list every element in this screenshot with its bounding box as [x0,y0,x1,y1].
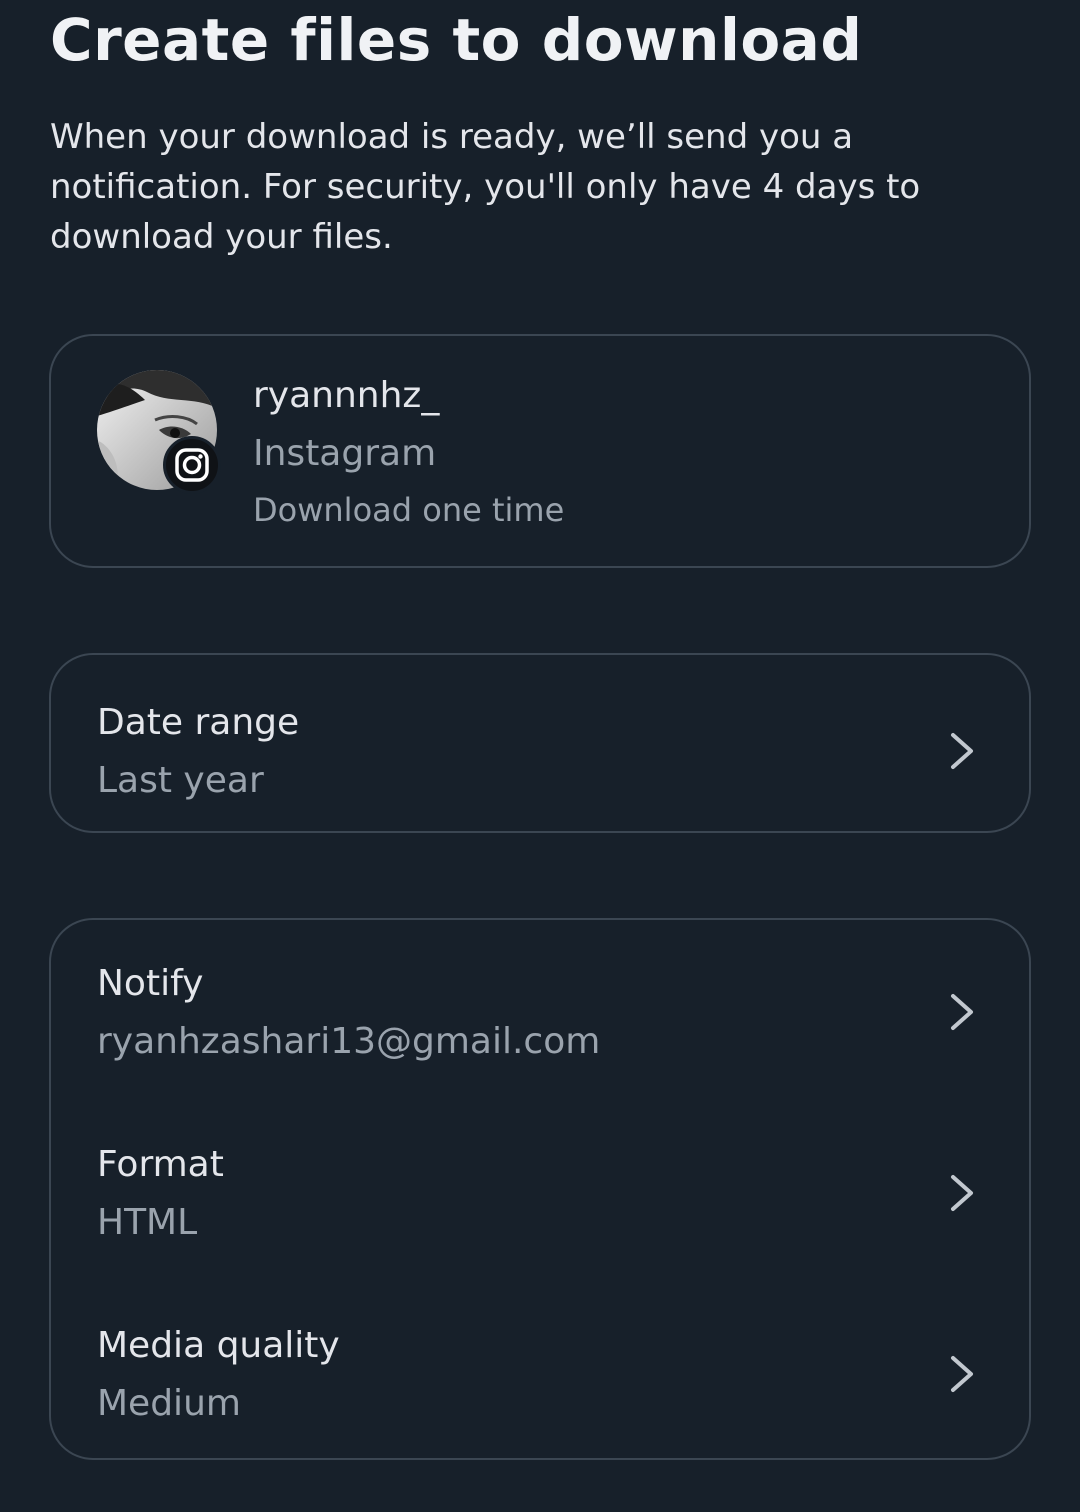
format-label: Format [97,1144,224,1185]
settings-card: Notify ryanhzashari13@gmail.com Format H… [49,918,1031,1460]
chevron-right-icon [951,1175,973,1211]
media-quality-value: Medium [97,1383,241,1424]
account-card[interactable]: ryannnhz_ Instagram Download one time [49,334,1031,568]
chevron-right-icon [951,733,973,769]
account-frequency: Download one time [253,491,565,529]
chevron-right-icon [951,1356,973,1392]
chevron-right-icon [951,994,973,1030]
format-row[interactable]: Format HTML [51,1105,1029,1265]
page-title: Create files to download [50,6,863,74]
date-range-value: Last year [97,760,264,801]
date-range-row[interactable]: Date range Last year [51,663,1029,823]
account-platform: Instagram [253,433,437,474]
notify-row[interactable]: Notify ryanhzashari13@gmail.com [51,924,1029,1084]
format-value: HTML [97,1202,198,1243]
notify-label: Notify [97,963,204,1004]
date-range-label: Date range [97,702,300,743]
media-quality-label: Media quality [97,1325,340,1366]
media-quality-row[interactable]: Media quality Medium [51,1286,1029,1446]
page-description: When your download is ready, we’ll send … [50,117,921,257]
instagram-icon [163,436,221,494]
notify-value: ryanhzashari13@gmail.com [97,1021,601,1062]
account-username: ryannnhz_ [253,375,440,416]
date-range-card: Date range Last year [49,653,1031,833]
